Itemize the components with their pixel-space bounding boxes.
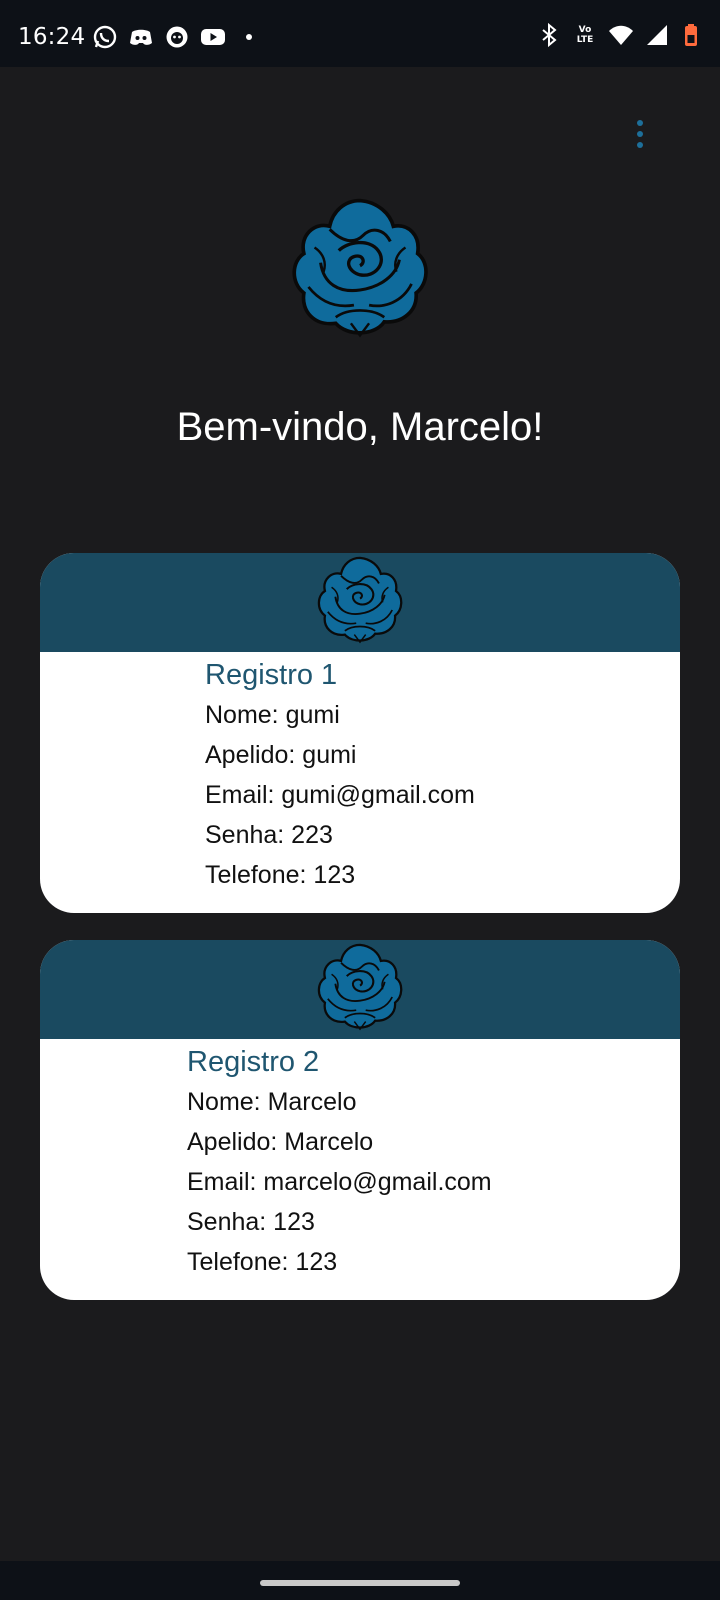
signal-icon: [644, 22, 670, 48]
youtube-icon: [200, 24, 226, 50]
record-apelido: Apelido: gumi: [205, 741, 357, 769]
record-card: Registro 1 Nome: gumi Apelido: gumi Emai…: [40, 553, 680, 913]
volte-top: Vo: [578, 25, 592, 35]
app-icon: [164, 24, 190, 50]
record-title: Registro 1: [205, 659, 338, 691]
menu-dot-icon: [637, 142, 643, 148]
record-apelido: Apelido: Marcelo: [187, 1128, 374, 1156]
record-telefone: Telefone: 123: [187, 1248, 338, 1276]
battery-icon: [680, 22, 706, 48]
record-nome: Nome: Marcelo: [187, 1088, 357, 1116]
status-bar: 16:24 Vo LTE: [0, 0, 720, 67]
whatsapp-icon: [92, 24, 118, 50]
record-title: Registro 2: [187, 1046, 320, 1078]
record-email: Email: marcelo@gmail.com: [187, 1168, 492, 1196]
system-icons: Vo LTE: [536, 22, 706, 48]
record-card-body: Registro 2 Nome: Marcelo Apelido: Marcel…: [187, 1040, 492, 1282]
record-nome: Nome: gumi: [205, 701, 340, 729]
rose-logo-icon: [284, 196, 436, 340]
discord-icon: [128, 24, 154, 50]
record-card-body: Registro 1 Nome: gumi Apelido: gumi Emai…: [205, 653, 475, 895]
menu-dot-icon: [637, 131, 643, 137]
rose-logo-icon: [312, 942, 408, 1032]
volte-bottom: LTE: [576, 35, 594, 45]
overflow-menu-button[interactable]: [620, 114, 660, 154]
notification-icons: [92, 24, 262, 50]
record-email: Email: gumi@gmail.com: [205, 781, 475, 809]
welcome-title: Bem-vindo, Marcelo!: [176, 405, 544, 449]
home-gesture-handle[interactable]: [260, 1580, 460, 1586]
record-telefone: Telefone: 123: [205, 861, 356, 889]
record-senha: Senha: 123: [187, 1208, 315, 1236]
volte-icon: Vo LTE: [572, 22, 598, 48]
rose-logo-icon: [312, 555, 408, 645]
dot-icon: [236, 24, 262, 50]
bluetooth-icon: [536, 22, 562, 48]
status-time: 16:24: [18, 24, 86, 50]
record-card: Registro 2 Nome: Marcelo Apelido: Marcel…: [40, 940, 680, 1300]
record-senha: Senha: 223: [205, 821, 333, 849]
navigation-bar: [0, 1561, 720, 1600]
record-card-header: [40, 940, 680, 1039]
wifi-icon: [608, 22, 634, 48]
record-card-header: [40, 553, 680, 652]
menu-dot-icon: [637, 120, 643, 126]
